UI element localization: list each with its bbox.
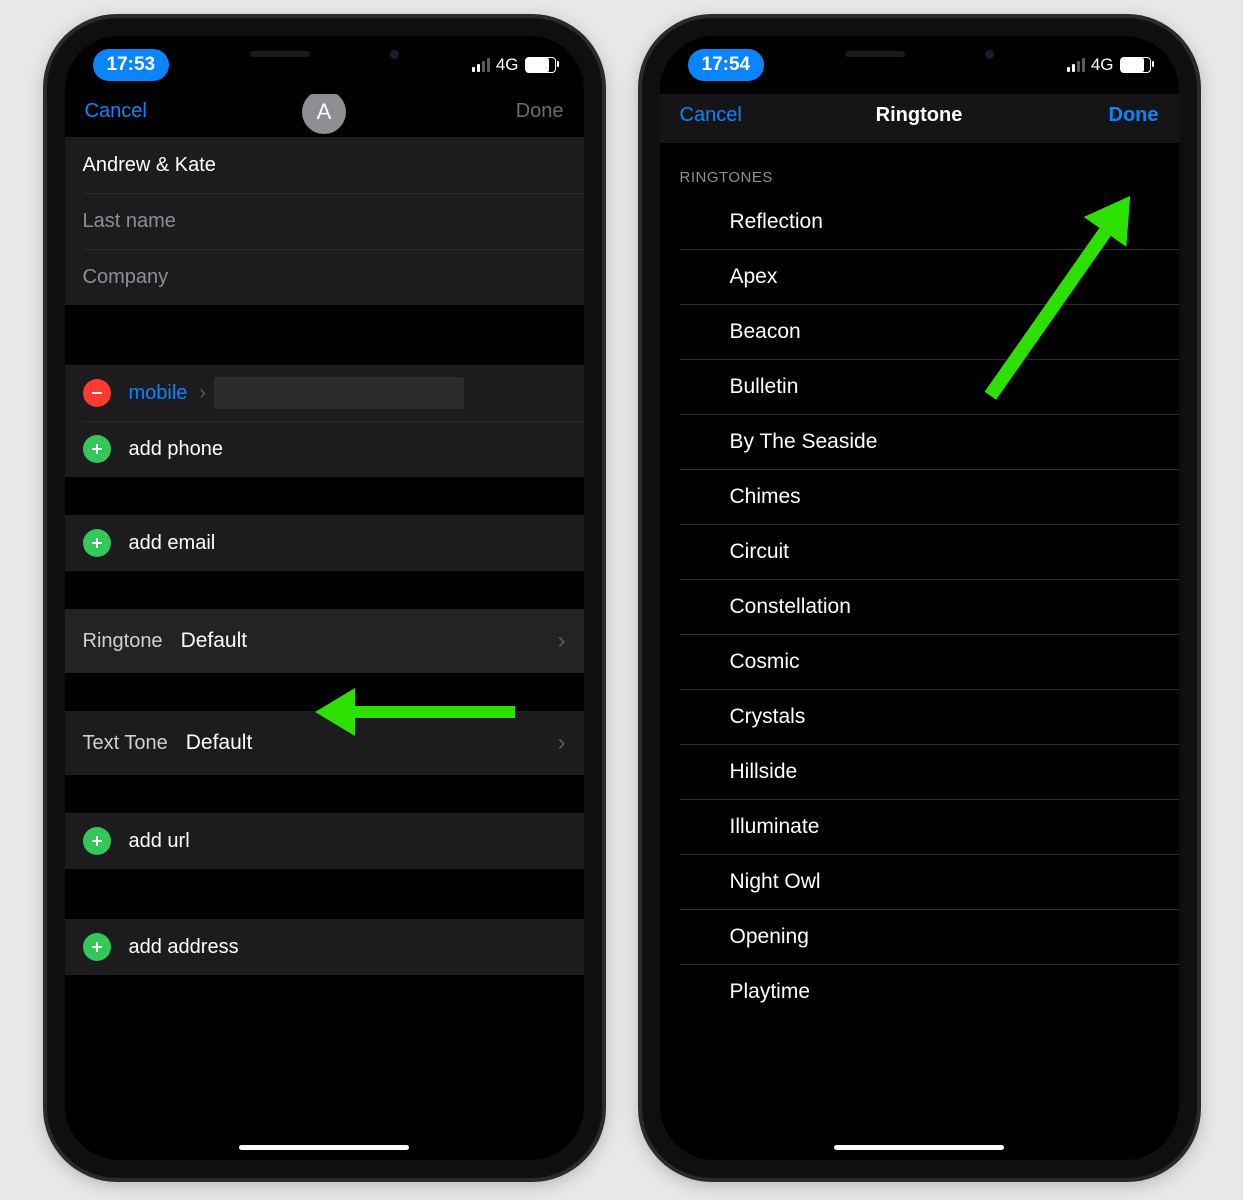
add-email-row[interactable]: add email <box>65 515 584 571</box>
add-address-row[interactable]: add address <box>65 919 584 975</box>
network-label: 4G <box>496 55 519 75</box>
ringtone-value: Default <box>181 629 248 653</box>
add-url-row[interactable]: add url <box>65 813 584 869</box>
ringtone-option-label: Reflection <box>730 210 823 234</box>
texttone-label: Text Tone <box>83 732 168 755</box>
ringtone-nav: Cancel Ringtone Done <box>660 94 1179 143</box>
ringtone-option[interactable]: Illuminate <box>660 799 1179 854</box>
add-email-label: add email <box>129 532 216 555</box>
last-name-field[interactable]: Last name <box>65 193 584 249</box>
phone-type-label[interactable]: mobile <box>129 382 188 405</box>
company-placeholder: Company <box>83 266 169 289</box>
delete-phone-icon[interactable] <box>83 379 111 407</box>
ringtone-option-label: Illuminate <box>730 815 820 839</box>
cancel-button[interactable]: Cancel <box>680 104 742 127</box>
name-fields-group: Andrew & Kate Last name Company <box>65 137 584 305</box>
phone-group: mobile › add phone <box>65 365 584 477</box>
ringtone-option-label: Bulletin <box>730 375 799 399</box>
network-label: 4G <box>1091 55 1114 75</box>
ringtone-option-label: Night Owl <box>730 870 821 894</box>
add-email-icon[interactable] <box>83 529 111 557</box>
ringtone-option[interactable]: Beacon <box>660 304 1179 359</box>
signal-icon <box>1067 58 1085 72</box>
done-button[interactable]: Done <box>516 100 564 123</box>
chevron-right-icon: › <box>558 729 566 757</box>
ringtone-option[interactable]: Crystals <box>660 689 1179 744</box>
ringtone-option-label: Playtime <box>730 980 811 1004</box>
annotation-arrow-ringtone <box>315 688 515 736</box>
notch <box>199 36 449 72</box>
add-address-label: add address <box>129 936 239 959</box>
ringtones-section-header: RINGTONES <box>660 143 1179 194</box>
ringtone-option-label: Apex <box>730 265 778 289</box>
ringtone-option-label: Constellation <box>730 595 851 619</box>
ringtone-option[interactable]: By The Seaside <box>660 414 1179 469</box>
phone-right: 17:54 4G Cancel Ringtone Done RINGTONES … <box>642 18 1197 1178</box>
ringtone-option[interactable]: Night Owl <box>660 854 1179 909</box>
ringtone-label: Ringtone <box>83 630 163 653</box>
ringtone-option-label: By The Seaside <box>730 430 878 454</box>
company-field[interactable]: Company <box>65 249 584 305</box>
ringtone-option[interactable]: Chimes <box>660 469 1179 524</box>
ringtone-option-label: Circuit <box>730 540 790 564</box>
ringtone-option-label: Opening <box>730 925 809 949</box>
ringtone-option-label: Chimes <box>730 485 801 509</box>
email-group: add email <box>65 515 584 571</box>
add-address-icon[interactable] <box>83 933 111 961</box>
ringtone-group: Ringtone Default › <box>65 609 584 673</box>
edit-contact-nav: Cancel A Done <box>65 94 584 137</box>
add-phone-label: add phone <box>129 438 224 461</box>
home-indicator[interactable] <box>239 1145 409 1150</box>
chevron-right-icon: › <box>558 627 566 655</box>
ringtone-option[interactable]: Bulletin <box>660 359 1179 414</box>
done-button[interactable]: Done <box>1109 104 1159 127</box>
status-time: 17:54 <box>688 49 765 81</box>
home-indicator[interactable] <box>834 1145 1004 1150</box>
ringtone-list[interactable]: Reflection Apex Beacon Bulletin By The Seasi… <box>660 194 1179 1019</box>
phone-number-redacted[interactable] <box>214 377 464 409</box>
last-name-placeholder: Last name <box>83 210 176 233</box>
ringtone-option[interactable]: Hillside <box>660 744 1179 799</box>
ringtone-option-label: Beacon <box>730 320 801 344</box>
add-url-icon[interactable] <box>83 827 111 855</box>
address-group: add address <box>65 919 584 975</box>
signal-icon <box>472 58 490 72</box>
ringtone-row[interactable]: Ringtone Default › <box>65 609 584 673</box>
texttone-value: Default <box>186 731 253 755</box>
ringtone-option-label: Crystals <box>730 705 806 729</box>
notch <box>794 36 1044 72</box>
ringtone-option[interactable]: Circuit <box>660 524 1179 579</box>
ringtone-option[interactable]: Opening <box>660 909 1179 964</box>
contact-avatar[interactable]: A <box>302 94 346 134</box>
status-time: 17:53 <box>93 49 170 81</box>
phone-number-row[interactable]: mobile › <box>65 365 584 421</box>
ringtone-option-label: Cosmic <box>730 650 800 674</box>
add-url-label: add url <box>129 830 190 853</box>
cancel-button[interactable]: Cancel <box>85 100 147 123</box>
ringtone-option[interactable]: Constellation <box>660 579 1179 634</box>
ringtone-option[interactable]: Cosmic <box>660 634 1179 689</box>
nav-title: Ringtone <box>876 104 963 127</box>
ringtone-option[interactable]: Playtime <box>660 964 1179 1019</box>
battery-icon <box>1120 57 1151 73</box>
add-phone-row[interactable]: add phone <box>65 421 584 477</box>
url-group: add url <box>65 813 584 869</box>
add-phone-icon[interactable] <box>83 435 111 463</box>
first-name-value: Andrew & Kate <box>83 154 216 177</box>
battery-icon <box>525 57 556 73</box>
chevron-right-icon: › <box>199 382 206 405</box>
phone-left: 17:53 4G Cancel A Done Andrew & Kate Las… <box>47 18 602 1178</box>
first-name-field[interactable]: Andrew & Kate <box>65 137 584 193</box>
ringtone-option-label: Hillside <box>730 760 798 784</box>
